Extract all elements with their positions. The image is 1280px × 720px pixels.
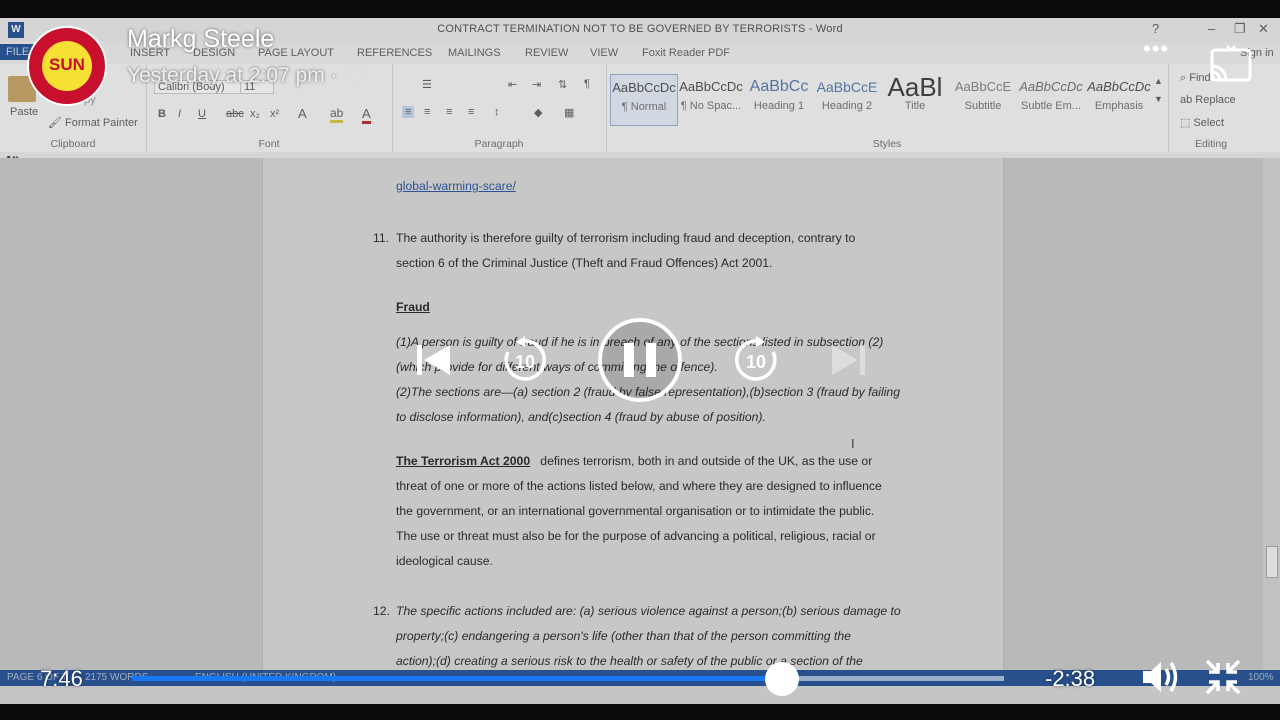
exit-fullscreen-icon[interactable]	[1203, 657, 1243, 697]
post-time: Yesterday at 2:07 pm	[127, 64, 325, 87]
pause-button[interactable]	[597, 317, 683, 408]
seek-bar-progress	[132, 676, 782, 681]
next-icon[interactable]	[828, 340, 868, 385]
svg-text:10: 10	[515, 352, 535, 372]
time-separator: ·	[330, 64, 338, 87]
elapsed-time: 7:46	[40, 666, 83, 691]
seek-thumb[interactable]	[764, 662, 799, 696]
previous-icon[interactable]	[414, 340, 454, 385]
globe-icon	[343, 63, 365, 91]
remaining-time: -2:38	[1045, 666, 1096, 691]
forward-10-icon[interactable]: 10	[731, 335, 781, 390]
seek-bar[interactable]	[132, 662, 1004, 696]
cast-icon[interactable]	[1209, 44, 1253, 84]
volume-icon[interactable]	[1140, 657, 1182, 697]
post-timestamp: Yesterday at 2:07 pm ·	[127, 63, 365, 91]
avatar-logo-text: SUN	[49, 55, 85, 74]
svg-text:10: 10	[746, 352, 766, 372]
author-name[interactable]: Markg Steele	[127, 25, 274, 54]
screen: W CONTRACT TERMINATION NOT TO BE GOVERNE…	[0, 0, 1280, 720]
avatar[interactable]: SUN	[27, 26, 107, 106]
rewind-10-icon[interactable]: 10	[500, 335, 550, 390]
more-options-icon[interactable]: •••	[1143, 36, 1169, 62]
